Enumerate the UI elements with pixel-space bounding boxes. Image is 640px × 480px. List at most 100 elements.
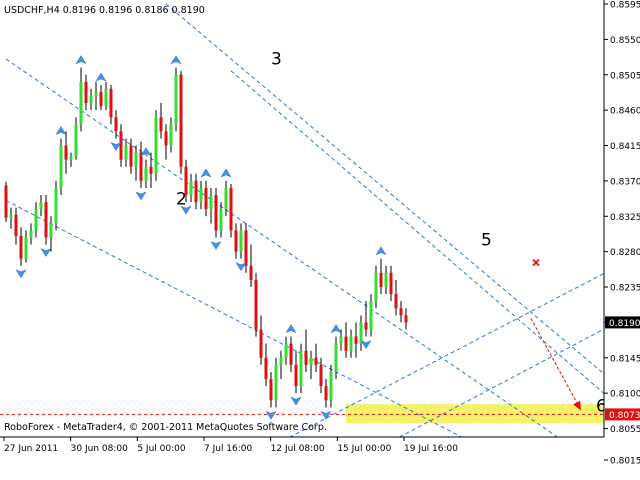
candle-body [189,180,193,196]
candle-body [394,294,398,309]
candle-body [324,386,328,401]
candle-body [94,92,98,96]
candle-body [224,187,228,210]
candle-body [19,235,23,259]
candle-body [119,131,123,160]
candle-body [284,343,288,358]
candle-body [329,371,333,401]
time-tick-label: 7 Jul 16:00 [204,444,253,454]
time-tick-label: 15 Jul 00:00 [337,444,391,454]
candle-body [149,166,153,174]
candle-body [239,230,243,252]
candle-body [319,364,323,387]
price-tick-label: 0.8235 [610,284,640,294]
candle-body [299,350,303,387]
candle-body [84,81,88,104]
current-price-label: 0.8190 [609,319,640,329]
candle-body [139,152,143,181]
candle-body [174,74,178,125]
candle-body [64,145,68,160]
candle-body [9,214,13,218]
candle-body [339,336,343,344]
candle-body [254,279,258,330]
time-tick-label: 12 Jul 08:00 [271,444,325,454]
candle-body [29,230,33,238]
candle-body [154,117,158,174]
time-tick-label: 27 Jun 2011 [4,444,58,454]
candle-body [259,329,263,358]
candle-body [334,343,338,372]
price-tick-label: 0.8505 [610,71,640,81]
candle-body [369,301,373,330]
price-tick-label: 0.8145 [610,354,640,364]
candle-body [104,88,108,107]
candle-body [234,230,238,252]
candle-body [74,124,78,157]
candle-body [379,272,383,288]
candle-body [269,379,273,401]
candle-body [204,187,208,210]
candle-body [39,202,43,210]
time-tick-label: 19 Jul 16:00 [404,444,458,454]
wave-label: 3 [271,50,282,70]
candle-body [289,343,293,365]
candle-body [349,336,353,351]
candle-body [264,357,268,380]
price-tick-label: 0.8100 [610,390,640,400]
price-chart: 23456 0.85950.85500.85050.84600.84150.83… [0,0,640,480]
candle-body [374,272,378,302]
wave-label: 5 [481,230,492,250]
candle-body [99,92,103,107]
price-tick-label: 0.8460 [610,107,640,117]
candle-body [279,357,283,365]
candle-body [209,195,213,210]
candle-body [244,230,248,266]
candle-body [169,124,173,146]
candle-body [344,336,348,351]
time-tick-label: 30 Jun 08:00 [71,444,128,454]
time-tick-label: 5 Jul 00:00 [137,444,186,454]
candle-body [294,364,298,387]
candle-body [384,272,388,288]
price-tick-label: 0.8370 [610,177,640,187]
candle-body [129,145,133,167]
candle-body [134,152,138,167]
chart-header: USDCHF,H4 0.8196 0.8196 0.8186 0.8190 [4,5,205,16]
candle-body [59,145,63,188]
candle-body [24,237,28,259]
candle-body [164,131,168,146]
chart-footer: RoboForex - MetaTrader4, © 2001-2011 Met… [4,422,327,433]
price-tick-label: 0.8015 [610,457,640,467]
candle-body [314,357,318,365]
target-level-label: 0.8073 [609,411,640,421]
candle-body [214,195,218,231]
candle-body [274,364,278,401]
candle-body [309,357,313,365]
candle-body [49,223,53,238]
price-tick-label: 0.8055 [610,425,640,435]
candle-body [229,187,233,231]
candle-body [194,180,198,203]
candle-body [159,117,163,132]
candle-body [304,350,308,365]
candle-body [249,265,253,280]
candle-body [404,315,408,323]
candle-body [79,81,83,125]
candle-body [44,202,48,238]
candle-body [89,95,93,104]
candle-body [354,336,358,344]
candle-body [364,322,368,330]
candle-body [4,185,8,218]
candle-body [69,156,73,160]
candle-body [389,272,393,295]
price-tick-label: 0.8325 [610,213,640,223]
candle-body [219,209,223,231]
candle-body [199,187,203,203]
candle-body [54,187,58,224]
price-tick-label: 0.8595 [610,1,640,11]
price-tick-label: 0.8415 [610,142,640,152]
candle-body [114,117,118,132]
candle-body [399,308,403,316]
price-tick-label: 0.8280 [610,248,640,258]
candle-body [179,74,183,167]
